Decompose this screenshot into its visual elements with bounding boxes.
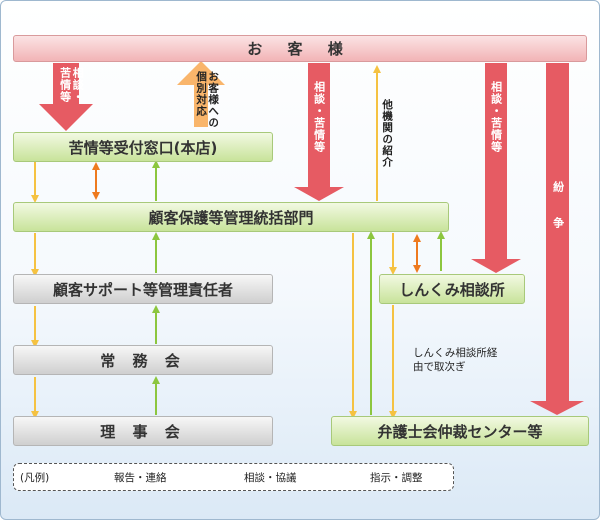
adr-center-label: 弁護士会仲裁センター等 (377, 422, 543, 441)
legend-title: (凡例) (20, 472, 50, 484)
consult-complaint-label-c: 相談・苦情等 (489, 81, 503, 153)
shinkumi-center-label: しんくみ相談所 (399, 280, 505, 299)
complaint-window-label: 苦情等受付窓口(本店) (68, 138, 218, 157)
customer-label: お 客 様 (247, 40, 353, 58)
support-manager-label: 顧客サポート等管理責任者 (52, 280, 233, 299)
support-manager-box: 顧客サポート等管理責任者 (13, 274, 273, 304)
executive-meeting-box: 常 務 会 (13, 345, 273, 375)
individual-response-label: お客様への個別対応 (195, 71, 220, 129)
management-dept-box: 顧客保護等管理統括部門 (13, 202, 449, 232)
complaint-window-box: 苦情等受付窓口(本店) (13, 132, 273, 162)
dispute-label: 紛 争 (551, 181, 565, 234)
legend-consult-label: 相談・協議 (244, 472, 297, 484)
dispute-arrow-to-adr (530, 63, 584, 415)
consult-complaint-label-b: 相談・苦情等 (312, 81, 326, 153)
other-agency-label: 他機関の紹介 (381, 99, 394, 168)
adr-center-box: 弁護士会仲裁センター等 (331, 416, 589, 446)
relay-note: しんくみ相談所経由で取次ぎ (413, 347, 498, 373)
consult-complaint-label-a: 相談・苦情等 (58, 67, 85, 103)
board-label: 理 事 会 (100, 422, 186, 441)
diagram-frame: お 客 様 苦情等受付窓口(本店) 顧客保護等管理統括部門 顧客サポート等管理責… (0, 0, 600, 520)
board-box: 理 事 会 (13, 416, 273, 446)
legend: (凡例) 報告・連絡 相談・協議 指示・調整 (13, 463, 454, 491)
legend-report-label: 報告・連絡 (114, 472, 167, 484)
executive-meeting-label: 常 務 会 (100, 351, 186, 370)
shinkumi-center-box: しんくみ相談所 (379, 274, 525, 304)
customer-box: お 客 様 (13, 35, 587, 62)
legend-instruct-label: 指示・調整 (370, 472, 423, 484)
management-dept-label: 顧客保護等管理統括部門 (148, 208, 314, 227)
